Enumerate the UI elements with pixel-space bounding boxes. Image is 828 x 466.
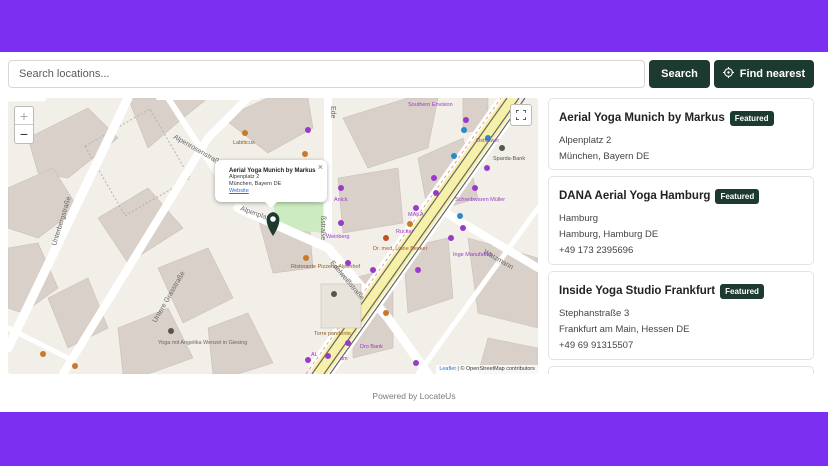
featured-badge: Featured (729, 110, 774, 126)
map-attribution: Leaflet | © OpenStreetMap contributors (436, 365, 538, 374)
featured-badge: Featured (715, 188, 760, 204)
location-phone[interactable]: +49 69 91315507 (559, 340, 803, 352)
find-nearest-button[interactable]: Find nearest (714, 60, 814, 88)
location-list: Aerial Yoga Munich by Markus Featured Al… (548, 98, 814, 374)
poi-label-schreibwaren-muller: Schreibwaren Müller (455, 197, 505, 203)
poi-label-yoga-angelika: Yoga mit Angelika Wenzel in Giesing (158, 340, 247, 346)
search-input[interactable] (8, 60, 645, 88)
poi-label-weinberg: Weinberg (326, 234, 349, 240)
location-name: Aerial Yoga Munich by Markus (559, 112, 725, 124)
page-background (0, 412, 828, 466)
poi-label-sparda-bank: Sparda-Bank (493, 156, 525, 162)
leaflet-link[interactable]: Leaflet (439, 366, 456, 372)
popup-city: München, Bayern DE (229, 181, 282, 187)
locator-panel: Search Find nearest (0, 52, 828, 412)
location-city: Frankfurt am Main, Hessen DE (559, 324, 690, 335)
poi-label-inge-manufaktur: Inge Manufaktur (453, 252, 493, 258)
poi-label-dro-bank: Dro Bank (360, 344, 383, 350)
location-card[interactable]: Aerial Yoga Munich by Markus Featured Al… (548, 98, 814, 170)
street-label-ede: Ede (329, 106, 336, 119)
popup-close-button[interactable]: × (318, 162, 323, 172)
poi-label-torre-pendente: Torre pendente (314, 331, 351, 337)
location-city: München, Bayern DE (559, 151, 650, 162)
poi-label-al: AL (311, 352, 318, 358)
map[interactable]: Alpenrosenstraße Unterbergstraße Untere … (8, 98, 538, 374)
fullscreen-icon (516, 110, 526, 120)
map-tiles: Alpenrosenstraße Unterbergstraße Untere … (8, 98, 538, 374)
poi-label-rucker: Rucker (396, 229, 414, 235)
osm-attribution: | © OpenStreetMap contributors (457, 366, 535, 372)
map-popup: × Aerial Yoga Munich by Markus Alpenplat… (215, 160, 327, 208)
location-address: Hamburg (559, 213, 599, 224)
location-card[interactable]: Inside Yoga Studio Frankfurt Featured St… (548, 271, 814, 360)
location-city: Hamburg, Hamburg DE (559, 229, 659, 240)
street-label-sstrasse: ßstraße (319, 216, 326, 240)
featured-badge: Featured (720, 283, 764, 299)
poi-label-dm: dm (340, 356, 348, 362)
location-card[interactable] (548, 366, 814, 374)
location-name: DANA Aerial Yoga Hamburg (559, 190, 711, 202)
poi-label-labiticus: Labiticus (233, 140, 255, 146)
poi-label-anick: Anick (334, 197, 348, 203)
powered-by: Powered by LocateUs (372, 391, 456, 401)
poi-label-dr-med-liane-becker: Dr. med. Liane Becker (373, 246, 428, 252)
fullscreen-button[interactable] (510, 104, 532, 126)
search-button-label: Search (661, 68, 698, 80)
poi-label-ristorante-pizzeria: Ristorante Pizzeria Alpenhof (291, 264, 361, 270)
poi-label-ostflower: Ostflower (476, 138, 499, 144)
location-phone[interactable]: +49 173 2395696 (559, 245, 803, 257)
location-address: Alpenplatz 2 (559, 135, 612, 146)
zoom-in-button[interactable]: + (15, 107, 33, 125)
poi-label-maka: MAKA (408, 212, 424, 218)
location-address: Stephanstraße 3 (559, 308, 630, 319)
popup-address: Alpenplatz 2 (229, 174, 260, 180)
location-card[interactable]: DANA Aerial Yoga Hamburg Featured Hambur… (548, 176, 814, 265)
location-name: Inside Yoga Studio Frankfurt (559, 285, 716, 297)
poi-label-southern-envision: Southern Envision (408, 102, 453, 108)
search-button[interactable]: Search (649, 60, 710, 88)
popup-website-link[interactable]: Website (229, 188, 327, 195)
zoom-out-button[interactable]: − (15, 125, 33, 143)
zoom-control: + − (14, 106, 34, 144)
find-nearest-label: Find nearest (739, 68, 806, 80)
crosshair-icon (722, 67, 734, 81)
